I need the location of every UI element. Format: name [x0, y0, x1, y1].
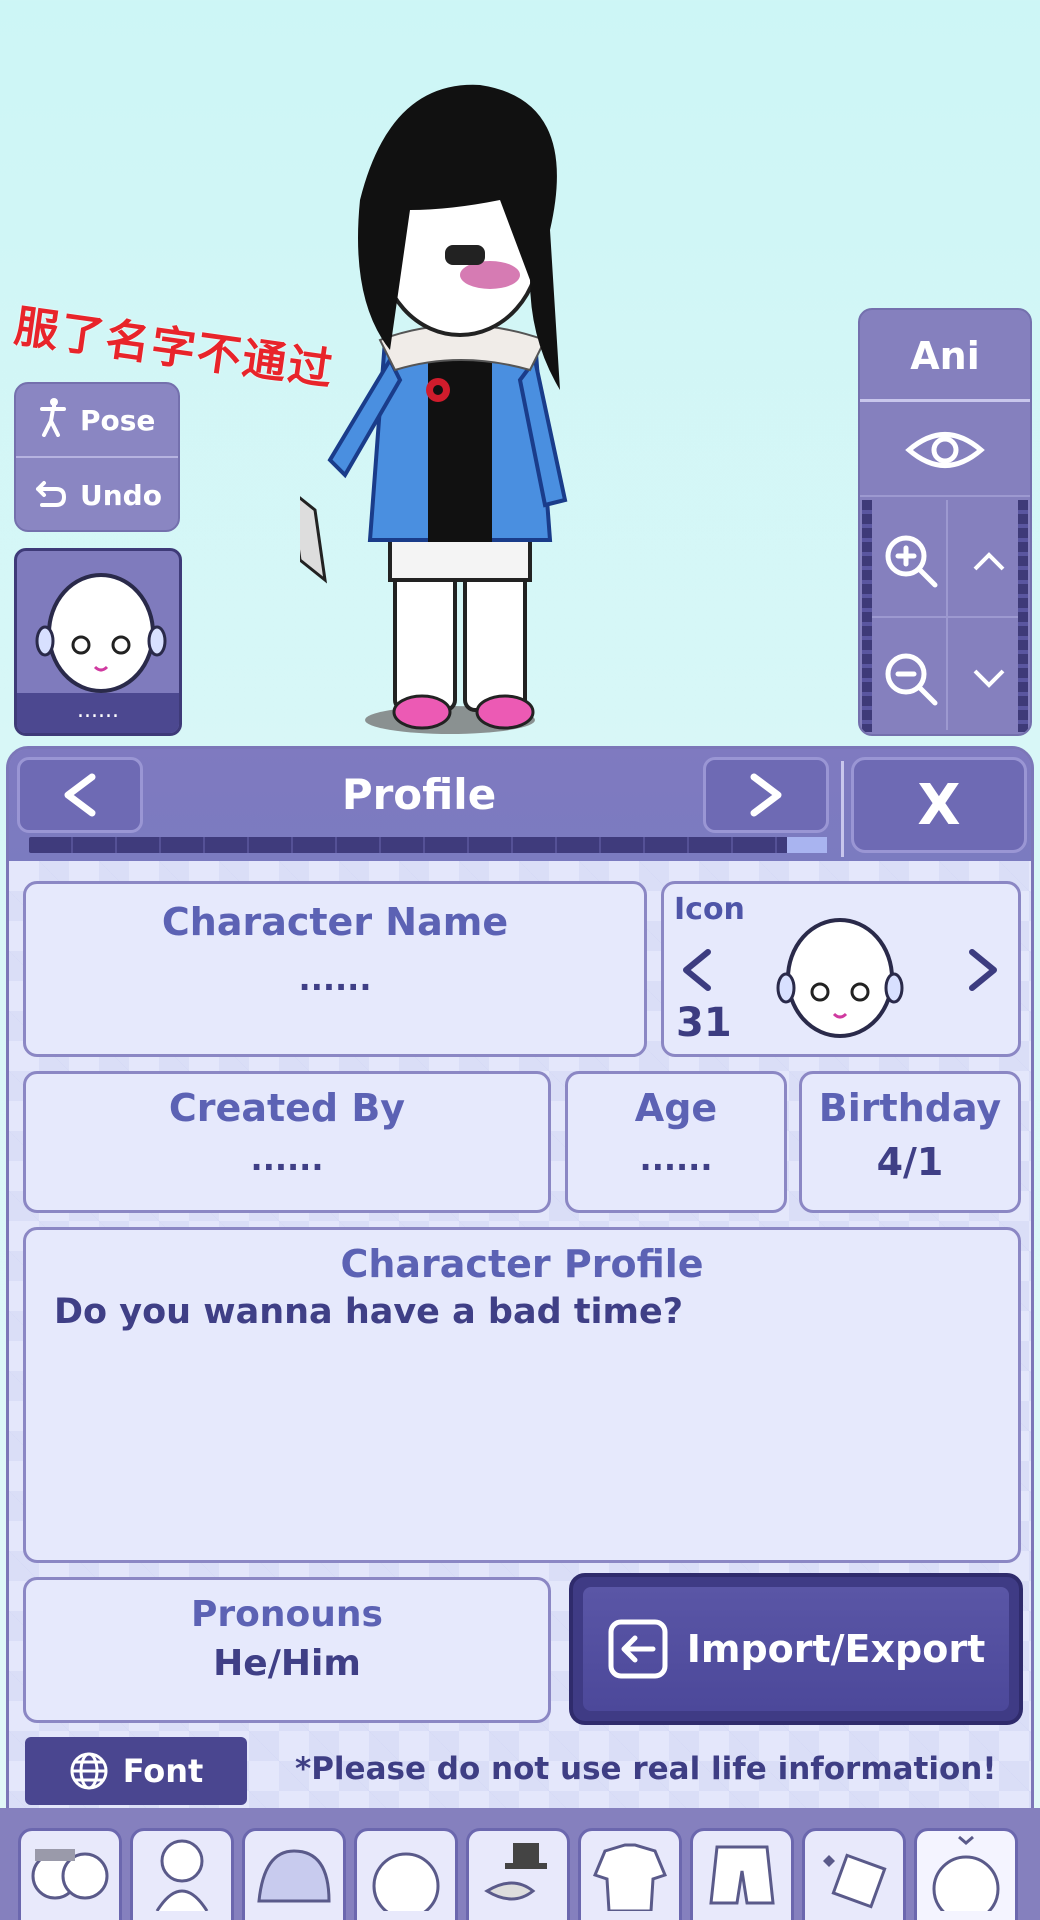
pose-icon [34, 397, 68, 444]
head-icon [372, 1852, 440, 1911]
tab-presets[interactable] [18, 1828, 122, 1920]
bald-head-icon [35, 573, 167, 693]
globe-icon [70, 1752, 108, 1790]
character-name-field[interactable]: Character Name ...... [23, 881, 647, 1057]
animation-button[interactable]: Ani [860, 310, 1030, 402]
profile-panel: Profile X Character Name ...... Icon 31 [6, 746, 1034, 1920]
panel-header: Profile X [9, 749, 1031, 861]
created-by-title: Created By [168, 1086, 406, 1130]
font-label: Font [122, 1752, 204, 1790]
tab-head[interactable] [354, 1828, 458, 1920]
zoom-in-button[interactable] [874, 502, 948, 620]
chevron-right-icon [750, 773, 782, 817]
pronouns-field[interactable]: Pronouns He/Him [23, 1577, 551, 1723]
page-progress-fill [787, 837, 827, 853]
previous-page-button[interactable] [17, 757, 143, 833]
bottoms-icon [709, 1845, 775, 1905]
pronouns-value: He/Him [213, 1643, 361, 1684]
chevron-left-icon [64, 773, 96, 817]
age-title: Age [634, 1086, 718, 1130]
head-icon [776, 918, 904, 1038]
created-by-value: ...... [250, 1140, 324, 1178]
character-profile-field[interactable]: Character Profile Do you wanna have a ba… [23, 1227, 1021, 1563]
tab-tops[interactable] [578, 1828, 682, 1920]
character-profile-title: Character Profile [340, 1242, 704, 1286]
chevron-down-icon [973, 669, 1005, 688]
zoom-out-icon [885, 653, 938, 706]
move-up-button[interactable] [952, 502, 1026, 620]
pose-undo-group: Pose Undo [14, 382, 180, 532]
profile-form: Character Name ...... Icon 31 Created By… [9, 861, 1031, 1917]
pose-label: Pose [80, 403, 156, 437]
import-export-button[interactable]: Import/Export [569, 1573, 1023, 1725]
age-field[interactable]: Age ...... [565, 1071, 787, 1213]
camera-control-panel: Ani [858, 308, 1032, 736]
tab-accessories[interactable] [466, 1828, 570, 1920]
icon-number: 31 [676, 1000, 732, 1046]
character-icon-card[interactable]: ...... [14, 548, 182, 736]
left-scroll-track[interactable] [862, 500, 872, 732]
birthday-title: Birthday [818, 1086, 1002, 1130]
import-export-label: Import/Export [686, 1627, 986, 1671]
pose-button[interactable]: Pose [16, 384, 178, 458]
tab-profile[interactable] [914, 1828, 1018, 1920]
character-profile-value: Do you wanna have a bad time? [54, 1292, 684, 1332]
zoom-in-icon [885, 535, 938, 588]
birthday-value: 4/1 [876, 1140, 944, 1184]
icon-prev-button[interactable] [680, 948, 716, 996]
page-progress-bar [29, 837, 827, 853]
pronouns-title: Pronouns [191, 1594, 383, 1635]
eye-icon [905, 432, 985, 468]
character-name-value: ...... [298, 960, 372, 998]
undo-label: Undo [80, 478, 162, 512]
tab-bottoms[interactable] [690, 1828, 794, 1920]
character-name-title: Character Name [161, 900, 509, 944]
birthday-field[interactable]: Birthday 4/1 [799, 1071, 1021, 1213]
icon-selector: Icon 31 [661, 881, 1021, 1057]
body-icon [155, 1839, 209, 1911]
chevron-left-icon [683, 949, 711, 991]
next-page-button[interactable] [703, 757, 829, 833]
import-icon [608, 1619, 668, 1679]
tab-hair[interactable] [242, 1828, 346, 1920]
undo-button[interactable]: Undo [16, 458, 178, 532]
tops-icon [592, 1843, 668, 1911]
icon-title: Icon [674, 892, 745, 927]
accessories-icon [484, 1843, 547, 1901]
created-by-field[interactable]: Created By ...... [23, 1071, 551, 1213]
chevron-right-icon [969, 949, 997, 991]
visibility-toggle[interactable] [860, 405, 1030, 497]
tab-body[interactable] [130, 1828, 234, 1920]
age-value: ...... [639, 1140, 713, 1178]
font-button[interactable]: Font [25, 1737, 247, 1805]
close-button[interactable]: X [851, 757, 1027, 853]
props-icon [823, 1853, 887, 1909]
zoom-out-button[interactable] [874, 620, 948, 734]
hair-icon [257, 1849, 331, 1903]
icon-card-label: ...... [17, 693, 179, 733]
icon-next-button[interactable] [964, 948, 1000, 996]
profile-icon [932, 1835, 1000, 1911]
tab-props[interactable] [802, 1828, 906, 1920]
move-down-button[interactable] [952, 620, 1026, 734]
character-figure[interactable] [287, 80, 680, 750]
character-stage[interactable] [287, 80, 680, 750]
panel-title: Profile [341, 770, 497, 819]
privacy-notice: *Please do not use real life information… [295, 1751, 997, 1787]
presets-icon [31, 1849, 109, 1900]
category-tab-bar [0, 1808, 1040, 1920]
undo-icon [34, 475, 68, 516]
chevron-up-icon [973, 552, 1005, 571]
